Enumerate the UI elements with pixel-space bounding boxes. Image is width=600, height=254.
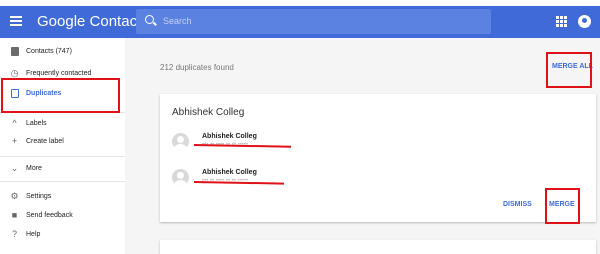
sidebar-item-settings[interactable]: ⚙ Settings bbox=[0, 187, 125, 207]
avatar bbox=[172, 133, 189, 150]
avatar bbox=[172, 169, 189, 186]
duplicate-card-next bbox=[160, 240, 596, 254]
plus-icon: + bbox=[11, 136, 18, 146]
sidebar-item-label: Labels bbox=[26, 120, 47, 127]
sidebar-item-labels[interactable]: ^ Labels bbox=[0, 114, 125, 134]
sidebar-item-label: More bbox=[26, 165, 42, 172]
duplicates-count: 212 duplicates found bbox=[160, 63, 234, 72]
sidebar-item-label: Contacts (747) bbox=[26, 48, 72, 55]
search-icon bbox=[145, 15, 154, 24]
menu-icon[interactable] bbox=[10, 16, 22, 26]
sidebar-item-label: Send feedback bbox=[26, 212, 73, 219]
sidebar-item-label: Duplicates bbox=[26, 90, 62, 97]
gear-icon: ⚙ bbox=[10, 191, 19, 201]
sidebar-item-label: Settings bbox=[26, 193, 52, 200]
chevron-down-icon: ⌄ bbox=[10, 163, 19, 173]
sidebar-item-create-label[interactable]: + Create label bbox=[0, 132, 125, 152]
apps-grid-icon[interactable] bbox=[556, 16, 567, 27]
sidebar-item-label: Help bbox=[26, 231, 41, 238]
dismiss-button[interactable]: DISMISS bbox=[503, 201, 532, 208]
contact-name: Abhishek Colleg bbox=[202, 169, 257, 176]
merge-button[interactable]: MERGE bbox=[549, 201, 575, 208]
contacts-icon bbox=[10, 47, 19, 56]
help-icon: ? bbox=[11, 229, 17, 239]
contact-name: Abhishek Colleg bbox=[202, 133, 257, 140]
feedback-icon: ■ bbox=[11, 210, 18, 220]
divider bbox=[0, 181, 125, 182]
search-input[interactable]: Search bbox=[136, 9, 491, 34]
card-title: Abhishek Colleg bbox=[172, 107, 245, 118]
sidebar-item-label: Create label bbox=[26, 138, 64, 145]
sidebar: Contacts (747) ◷ Frequently contacted Du… bbox=[0, 38, 125, 254]
chevron-up-icon: ^ bbox=[12, 118, 17, 128]
sidebar-item-more[interactable]: ⌄ More bbox=[0, 159, 125, 179]
duplicates-icon bbox=[10, 89, 19, 98]
sidebar-item-frequently-contacted[interactable]: ◷ Frequently contacted bbox=[0, 64, 125, 84]
sidebar-item-label: Frequently contacted bbox=[26, 70, 92, 77]
history-icon: ◷ bbox=[10, 68, 19, 78]
account-icon[interactable] bbox=[578, 15, 591, 28]
search-placeholder: Search bbox=[163, 16, 192, 26]
app-header: Google Contacts Search bbox=[0, 6, 600, 38]
sidebar-item-duplicates[interactable]: Duplicates bbox=[0, 84, 125, 104]
divider bbox=[0, 156, 125, 157]
merge-all-button[interactable]: MERGE ALL bbox=[552, 63, 593, 70]
sidebar-item-help[interactable]: ? Help bbox=[0, 225, 125, 245]
app-title: Google Contacts bbox=[37, 13, 149, 30]
sidebar-item-contacts[interactable]: Contacts (747) bbox=[0, 42, 125, 62]
divider bbox=[0, 112, 125, 113]
duplicate-card: Abhishek Colleg Abhishek Colleg ••• •• •… bbox=[160, 94, 596, 222]
sidebar-item-send-feedback[interactable]: ■ Send feedback bbox=[0, 206, 125, 226]
annotation-box-merge-all bbox=[546, 52, 592, 88]
